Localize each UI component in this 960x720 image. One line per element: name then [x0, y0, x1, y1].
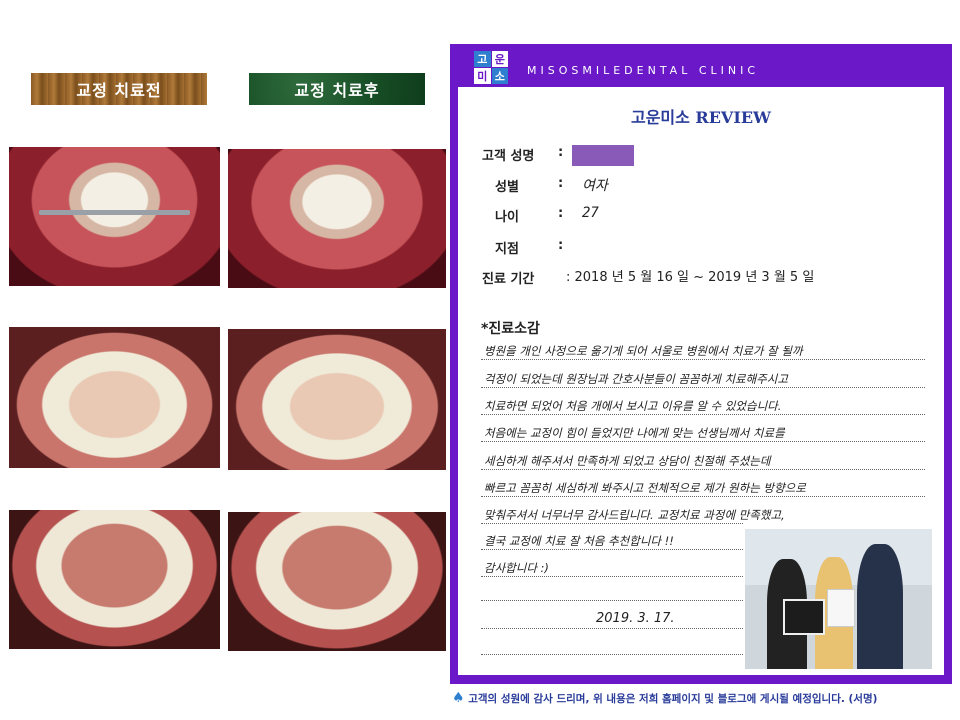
name-redaction	[572, 145, 634, 166]
dotted-line	[481, 414, 925, 416]
field-colon: :	[558, 238, 564, 253]
dotted-line	[481, 469, 925, 471]
review-note-line: 세심하게 해주셔서 만족하게 되었고 상담이 친절해 주셨는데	[484, 454, 771, 468]
before-upper-arch-photo	[9, 327, 220, 468]
dotted-line	[481, 359, 925, 361]
dotted-line	[481, 496, 925, 498]
field-label-gender: 성별	[495, 180, 519, 195]
field-label-age: 나이	[495, 210, 519, 225]
before-lower-arch-photo	[9, 510, 220, 649]
field-value-age: 27	[582, 205, 599, 221]
review-note-line: 맞춰주셔서 너무너무 감사드립니다. 교정치료 과정에 만족했고,	[484, 508, 785, 522]
clinic-name: MISOSMILEDENTAL CLINIC	[527, 64, 760, 77]
dotted-line	[481, 523, 743, 525]
review-note-line: 결국 교정에 치료 잘 처음 추천합니다 !!	[484, 534, 674, 548]
dotted-line	[481, 576, 743, 578]
field-label-period: 진료 기간	[482, 272, 535, 287]
logo-char: 소	[491, 68, 508, 84]
field-colon: :	[558, 206, 564, 221]
certificate-paper	[827, 589, 855, 627]
patient-staff-photo	[745, 529, 932, 669]
dotted-line	[481, 549, 743, 551]
review-note-line: 치료하면 되었어 처음 개에서 보시고 이유를 알 수 있었습니다.	[484, 399, 782, 413]
review-note-line: 병원을 개인 사정으로 옮기게 되어 서울로 병원에서 치료가 잘 될까	[484, 344, 803, 358]
review-note-line: 감사합니다 :)	[484, 561, 549, 575]
review-note-line: 빠르고 꼼꼼히 세심하게 봐주시고 전체적으로 제가 원하는 방향으로	[484, 481, 806, 495]
review-section-title: *진료소감	[481, 321, 540, 337]
before-treatment-label: 교정 치료전	[31, 73, 207, 105]
dotted-line	[481, 600, 743, 602]
before-front-photo	[9, 147, 220, 286]
field-colon: :	[558, 176, 564, 191]
field-value-period: : 2018 년 5 월 16 일 ~ 2019 년 3 월 5 일	[566, 270, 815, 285]
message-board	[783, 599, 825, 635]
logo-char: 고	[474, 51, 491, 67]
spade-icon: ♠	[452, 690, 465, 706]
dotted-line	[481, 441, 925, 443]
after-treatment-label: 교정 치료후	[249, 73, 425, 105]
logo-char: 미	[474, 68, 491, 84]
review-note-line: 처음에는 교정이 힘이 들었지만 나에게 맞는 선생님께서 치료를	[484, 426, 785, 440]
logo-char: 운	[491, 51, 508, 67]
field-colon: :	[558, 145, 564, 160]
clinic-logo: 고 운 미 소	[474, 51, 508, 84]
dotted-line	[481, 387, 925, 389]
footer-text: 고객의 성원에 감사 드리며, 위 내용은 저희 홈페이지 및 블로그에 게시될…	[468, 693, 878, 705]
field-label-branch: 지점	[495, 242, 519, 257]
footer-note: ♠ 고객의 성원에 감사 드리며, 위 내용은 저희 홈페이지 및 블로그에 게…	[452, 690, 952, 706]
after-lower-arch-photo	[228, 512, 446, 651]
review-date: 2019. 3. 17.	[596, 611, 675, 626]
dotted-line	[481, 654, 743, 656]
field-value-gender: 여자	[582, 178, 608, 194]
after-upper-arch-photo	[228, 329, 446, 470]
review-title: 고운미소 REVIEW	[630, 108, 771, 127]
field-label-name: 고객 성명	[482, 149, 535, 164]
dotted-line	[481, 628, 743, 630]
braces-wire	[38, 209, 191, 215]
person-figure	[857, 544, 903, 669]
after-front-photo	[228, 149, 446, 288]
review-note-line: 걱정이 되었는데 원장님과 간호사분들이 꼼꼼하게 치료해주시고	[484, 372, 788, 386]
